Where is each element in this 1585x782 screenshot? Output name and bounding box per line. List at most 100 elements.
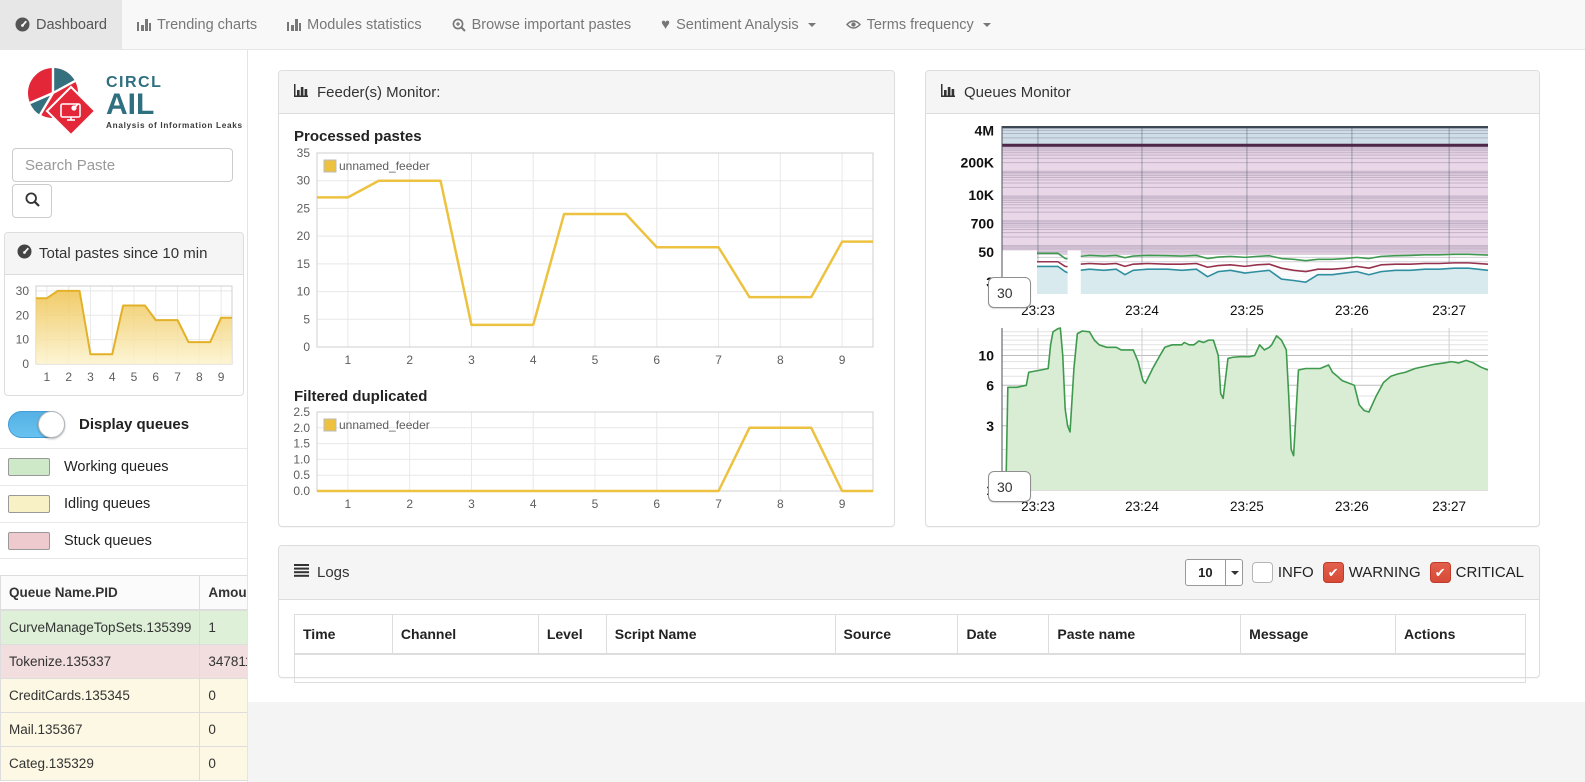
svg-text:23:24: 23:24 xyxy=(1125,303,1159,318)
svg-text:8: 8 xyxy=(196,370,203,384)
svg-text:10: 10 xyxy=(978,347,994,363)
svg-text:6: 6 xyxy=(653,497,660,511)
processed-pastes-chart[interactable]: 05101520253035123456789unnamed_feeder xyxy=(287,147,887,373)
info-checkbox[interactable] xyxy=(1252,562,1273,583)
nav-modules-statistics[interactable]: Modules statistics xyxy=(272,0,436,49)
total-pastes-mini-chart[interactable]: 0102030123456789 xyxy=(6,278,240,390)
logs-header-source: Source xyxy=(835,615,958,655)
logs-header-script-name: Script Name xyxy=(606,615,835,655)
filter-info[interactable]: INFO xyxy=(1252,562,1314,583)
queues-monitor-panel: Queues Monitor 23:2323:2423:2523:2623:27… xyxy=(925,70,1540,527)
range-slider-handle[interactable]: 30 xyxy=(988,471,1031,502)
svg-text:9: 9 xyxy=(839,497,846,511)
legend-stuck-queues: Stuck queues xyxy=(0,522,248,559)
svg-text:23:25: 23:25 xyxy=(1230,303,1264,318)
brand-ail: AIL xyxy=(106,91,243,120)
svg-text:1: 1 xyxy=(345,497,352,511)
svg-text:3: 3 xyxy=(468,353,475,367)
svg-text:10: 10 xyxy=(16,333,30,347)
svg-text:unnamed_feeder: unnamed_feeder xyxy=(339,418,430,432)
svg-text:0.0: 0.0 xyxy=(293,484,310,498)
heart-icon: ♥ xyxy=(661,17,670,32)
total-pastes-panel: Total pastes since 10 min 01020301234567… xyxy=(4,232,244,396)
svg-text:9: 9 xyxy=(839,353,846,367)
svg-text:1: 1 xyxy=(44,370,51,384)
logs-header-date: Date xyxy=(958,615,1049,655)
svg-text:5: 5 xyxy=(592,353,599,367)
search-plus-icon xyxy=(452,18,466,32)
svg-text:30: 30 xyxy=(16,284,30,298)
svg-text:6: 6 xyxy=(653,353,660,367)
svg-text:23:26: 23:26 xyxy=(1335,499,1369,514)
svg-text:0: 0 xyxy=(303,340,310,354)
range-slider-handle[interactable]: 30 xyxy=(988,277,1031,308)
svg-text:23:24: 23:24 xyxy=(1125,499,1159,514)
bar-chart-icon xyxy=(287,18,301,31)
svg-text:8: 8 xyxy=(777,497,784,511)
svg-text:23:26: 23:26 xyxy=(1335,303,1369,318)
nav-terms-frequency[interactable]: Terms frequency xyxy=(831,0,1006,49)
brand-tagline: Analysis of Information Leaks xyxy=(106,121,243,130)
nav-dashboard[interactable]: Dashboard xyxy=(0,0,122,49)
page-size-select[interactable]: 10 xyxy=(1185,559,1243,586)
critical-checkbox[interactable]: ✔ xyxy=(1430,562,1451,583)
logs-icon xyxy=(294,564,309,581)
svg-text:23:27: 23:27 xyxy=(1432,499,1466,514)
svg-text:2: 2 xyxy=(65,370,72,384)
svg-text:5: 5 xyxy=(303,312,310,326)
queues-control-section: Display queues Working queues Idling que… xyxy=(0,402,248,559)
display-queues-toggle[interactable] xyxy=(8,411,65,438)
svg-text:3: 3 xyxy=(468,497,475,511)
bar-chart-icon xyxy=(941,84,956,101)
search-paste-input[interactable] xyxy=(12,148,233,182)
gauge-icon xyxy=(17,244,32,263)
queue-table-header-amount: Amount xyxy=(200,576,248,611)
svg-text:10: 10 xyxy=(297,285,311,299)
stuck-queues-swatch xyxy=(8,532,50,550)
svg-text:200K: 200K xyxy=(961,155,994,171)
nav-label: Browse important pastes xyxy=(472,17,632,33)
idling-queues-swatch xyxy=(8,495,50,513)
svg-text:2: 2 xyxy=(406,353,413,367)
svg-text:1: 1 xyxy=(345,353,352,367)
filter-critical[interactable]: ✔ CRITICAL xyxy=(1430,562,1524,583)
svg-text:50: 50 xyxy=(978,244,994,260)
svg-text:700: 700 xyxy=(971,215,995,231)
gauge-icon xyxy=(15,17,30,32)
nav-browse-important-pastes[interactable]: Browse important pastes xyxy=(437,0,647,49)
svg-text:0: 0 xyxy=(22,357,29,371)
display-queues-label: Display queues xyxy=(79,416,189,433)
toggle-knob xyxy=(38,411,65,438)
queues-monitor-heading: Queues Monitor xyxy=(926,71,1539,114)
nav-label: Terms frequency xyxy=(867,17,974,33)
nav-trending-charts[interactable]: Trending charts xyxy=(122,0,272,49)
filter-warning[interactable]: ✔ WARNING xyxy=(1323,562,1421,583)
svg-text:6: 6 xyxy=(986,377,994,393)
chevron-down-icon xyxy=(808,23,816,27)
warning-checkbox[interactable]: ✔ xyxy=(1323,562,1344,583)
svg-text:7: 7 xyxy=(715,497,722,511)
queues-monitor-title: Queues Monitor xyxy=(964,84,1071,101)
svg-text:1.5: 1.5 xyxy=(293,437,310,451)
logs-header-message: Message xyxy=(1241,615,1396,655)
svg-text:25: 25 xyxy=(297,201,311,215)
table-row: Categ.135329 0 xyxy=(1,747,249,781)
bar-chart-icon xyxy=(294,84,309,101)
search-button[interactable] xyxy=(12,184,52,218)
nav-sentiment-analysis[interactable]: ♥ Sentiment Analysis xyxy=(646,0,830,49)
filtered-duplicated-chart[interactable]: 0.00.51.01.52.02.5123456789unnamed_feede… xyxy=(287,407,887,511)
nav-label: Sentiment Analysis xyxy=(676,17,799,33)
table-row: Mail.135367 0 xyxy=(1,713,249,747)
svg-text:1.0: 1.0 xyxy=(293,452,310,466)
feeder-monitor-panel: Feeder(s) Monitor: Processed pastes 0510… xyxy=(278,70,895,527)
chevron-down-icon xyxy=(1225,560,1242,585)
svg-text:4: 4 xyxy=(530,497,537,511)
svg-text:20: 20 xyxy=(297,229,311,243)
svg-text:7: 7 xyxy=(174,370,181,384)
svg-text:4: 4 xyxy=(109,370,116,384)
svg-text:30: 30 xyxy=(297,174,311,188)
queue-table-header-name: Queue Name.PID xyxy=(1,576,200,611)
circl-ail-logo: CIRCL AIL Analysis of Information Leaks xyxy=(26,64,243,141)
svg-text:4: 4 xyxy=(530,353,537,367)
sidebar: CIRCL AIL Analysis of Information Leaks … xyxy=(0,50,248,782)
